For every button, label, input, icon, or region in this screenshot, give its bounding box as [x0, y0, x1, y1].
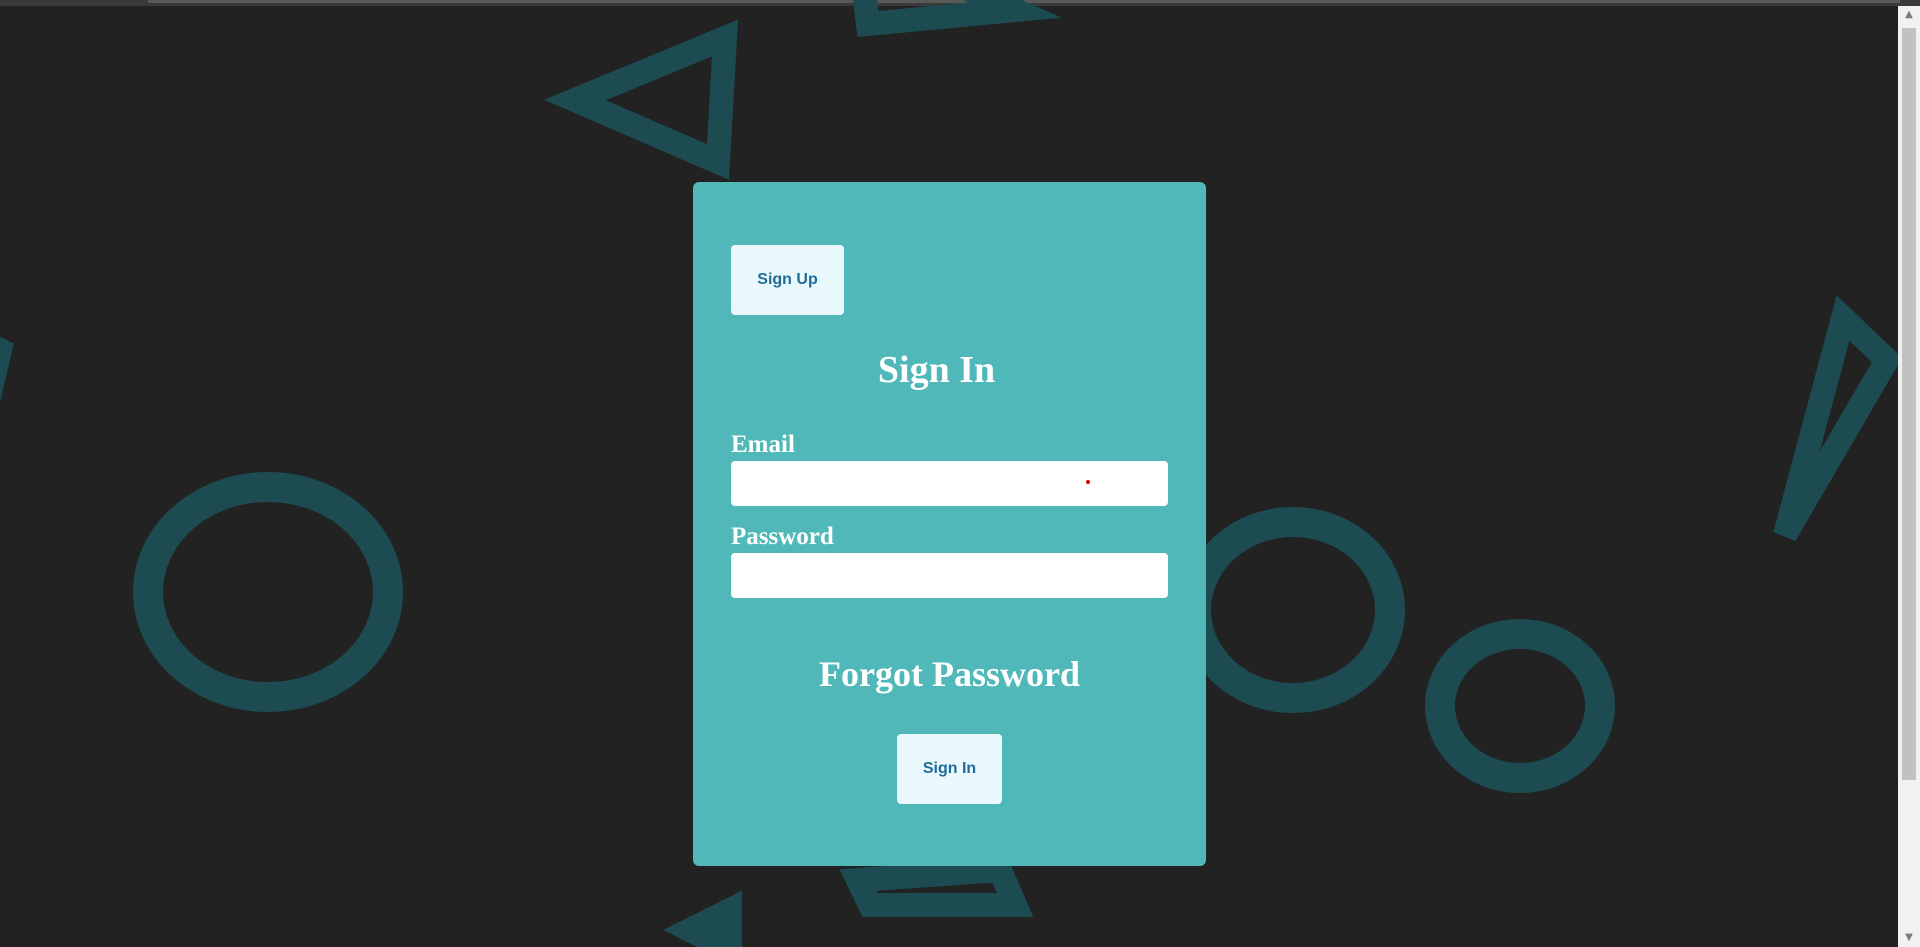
- password-label: Password: [731, 523, 834, 550]
- scroll-thumb[interactable]: [1902, 28, 1916, 780]
- scroll-up-icon[interactable]: ▲: [1898, 6, 1920, 24]
- circle-icon: [1181, 507, 1405, 713]
- email-field[interactable]: [731, 461, 1168, 506]
- circle-icon: [1425, 619, 1615, 793]
- circle-icon: [133, 472, 403, 712]
- page-title: Sign In: [877, 349, 996, 391]
- signup-button[interactable]: Sign Up: [731, 245, 844, 315]
- scroll-down-icon[interactable]: ▼: [1898, 929, 1920, 947]
- signin-card: Sign Up Sign In Email Password Forgot Pa…: [693, 182, 1206, 866]
- cursor-marker: [1086, 480, 1090, 484]
- triangle-icon: [663, 890, 742, 947]
- email-label: Email: [731, 431, 795, 458]
- password-field[interactable]: [731, 553, 1168, 598]
- triangle-icon: [853, 0, 1062, 38]
- triangle-icon: [1773, 295, 1898, 542]
- forgot-password-link[interactable]: Forgot Password: [693, 653, 1206, 695]
- signin-button[interactable]: Sign In: [897, 734, 1002, 804]
- triangle-icon: [839, 857, 1034, 917]
- vertical-scrollbar[interactable]: ▲ ▼: [1898, 6, 1920, 947]
- triangle-icon: [544, 19, 739, 180]
